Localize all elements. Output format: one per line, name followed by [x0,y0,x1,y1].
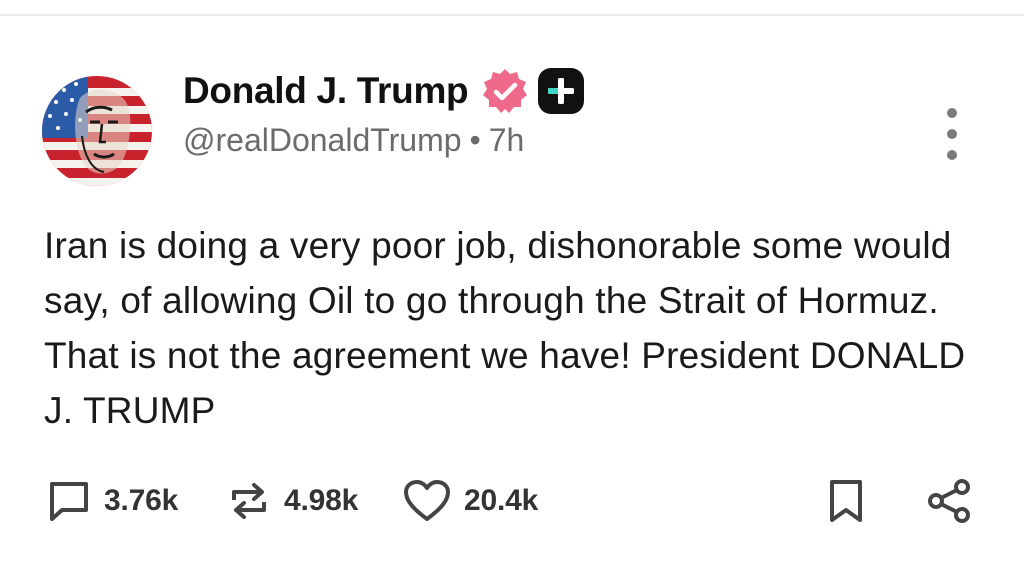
verified-badge-icon [483,69,528,113]
more-options-button[interactable] [930,108,974,160]
share-icon [928,479,970,523]
repost-button[interactable]: 4.98k [226,476,358,526]
repost-icon [232,483,266,519]
avatar-image [42,76,152,186]
author-handle[interactable]: @realDonaldTrump [183,122,462,158]
meta-separator: • [469,122,481,158]
bookmark-button[interactable] [826,476,866,526]
more-vertical-icon-dot [947,108,957,118]
author-meta: @realDonaldTrump • 7h [183,122,524,159]
author-name-row: Donald J. Trump [183,68,586,114]
author-display-name[interactable]: Donald J. Trump [183,70,469,112]
like-count: 20.4k [464,484,539,517]
share-button[interactable] [926,476,972,526]
avatar[interactable] [42,76,152,186]
post-body: Iran is doing a very poor job, dishonora… [44,225,966,431]
reply-count: 3.76k [104,484,179,517]
bookmark-icon [830,480,862,522]
repost-count: 4.98k [284,484,359,517]
post-card: Donald J. Trump @realDonaldTrump • 7h Iran… [0,18,1024,561]
reply-button[interactable]: 3.76k [46,476,178,526]
plus-badge-icon [538,68,585,114]
post-time[interactable]: 7h [489,122,525,158]
post-actions: 3.76k 4.98k 20.4k [46,476,986,526]
like-button[interactable]: 20.4k [402,476,538,526]
heart-icon [404,480,450,521]
comment-icon [50,482,88,521]
more-vertical-icon-dot [947,150,957,160]
more-vertical-icon-dot [947,129,957,139]
top-divider [0,0,1024,16]
